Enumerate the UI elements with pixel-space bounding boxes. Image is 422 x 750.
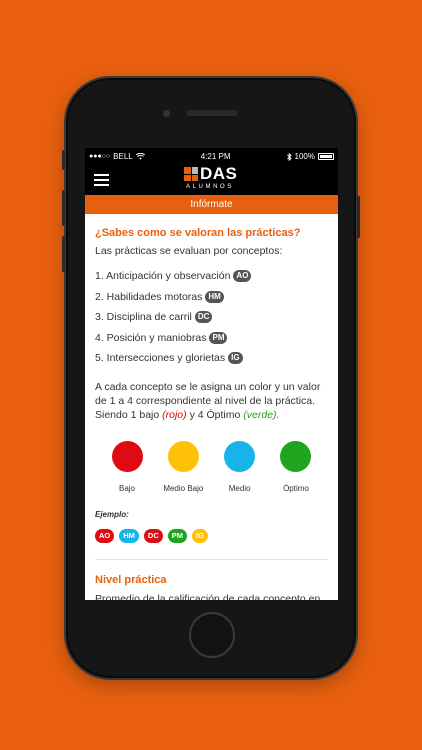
list-item: 4. Posición y maniobras PM [95, 328, 328, 349]
mute-switch [62, 150, 65, 170]
section-tab-label: Infórmate [190, 199, 233, 210]
nivel-title: Nivel práctica [95, 573, 167, 586]
legend-item-optimo: Óptimo [268, 440, 324, 493]
list-item: 5. Intersecciones y glorietas IG [95, 348, 328, 369]
scoring-description: A cada concepto se le asigna un color y … [95, 380, 321, 421]
concept-badge: HM [205, 290, 224, 303]
bluetooth-icon [286, 152, 292, 161]
das-logo: DAS ALUMNOS [184, 164, 238, 190]
wifi-icon [135, 153, 145, 160]
nivel-description: Promedio de la calificación de cada conc… [95, 592, 321, 601]
status-bar: ●●●○○ BELL 4:21 PM 100% [85, 148, 338, 165]
red-circle-icon [111, 440, 143, 472]
main-content: ¿Sabes como se valoran las prácticas? La… [85, 227, 338, 600]
legend-item-bajo: Bajo [99, 440, 155, 493]
example-label: Ejemplo: [95, 509, 129, 519]
divider [95, 558, 328, 560]
volume-down-button [62, 236, 65, 272]
battery-percentage: 100% [294, 152, 315, 161]
color-legend: Bajo Medio Bajo Medio Óptimo [95, 440, 328, 493]
legend-item-medio-bajo: Medio Bajo [155, 440, 211, 493]
example-badge: DC [143, 528, 163, 543]
concept-badge: AO [233, 270, 252, 283]
signal-icon: ●●●○○ [89, 153, 111, 160]
section-tab[interactable]: Infórmate [85, 195, 338, 214]
phone-screen: ●●●○○ BELL 4:21 PM 100% DAS ALUMNOS Infó… [85, 148, 338, 600]
green-circle-icon [280, 440, 312, 472]
list-item: 1. Anticipación y observación AO [95, 266, 328, 287]
concept-list: 1. Anticipación y observación AO 2. Habi… [95, 266, 328, 369]
volume-up-button [62, 190, 65, 226]
section-title: ¿Sabes como se valoran las prácticas? [95, 227, 301, 239]
section-intro: Las prácticas se evaluan por conceptos: [95, 245, 283, 257]
power-button [357, 196, 360, 238]
example-badges: AO HM DC PM IG [95, 528, 328, 543]
concept-badge: DC [194, 311, 213, 324]
blue-circle-icon [224, 440, 256, 472]
carrier-label: BELL [113, 152, 133, 161]
app-header: DAS ALUMNOS [85, 164, 338, 195]
home-button[interactable] [189, 612, 235, 658]
list-item: 2. Habilidades motoras HM [95, 287, 328, 308]
clock: 4:21 PM [200, 152, 231, 161]
earpiece-speaker [186, 110, 238, 116]
example-badge: PM [167, 528, 188, 543]
concept-badge: IG [228, 352, 243, 365]
menu-icon[interactable] [94, 174, 109, 186]
concept-badge: PM [209, 331, 228, 344]
yellow-circle-icon [167, 440, 199, 472]
list-item: 3. Disciplina de carril DC [95, 307, 328, 328]
front-camera [163, 110, 170, 117]
battery-icon [317, 153, 334, 160]
example-badge: AO [95, 528, 115, 543]
logo-mark-icon [184, 167, 198, 181]
example-badge: HM [119, 528, 139, 543]
legend-item-medio: Medio [212, 440, 268, 493]
example-badge: IG [192, 528, 208, 543]
